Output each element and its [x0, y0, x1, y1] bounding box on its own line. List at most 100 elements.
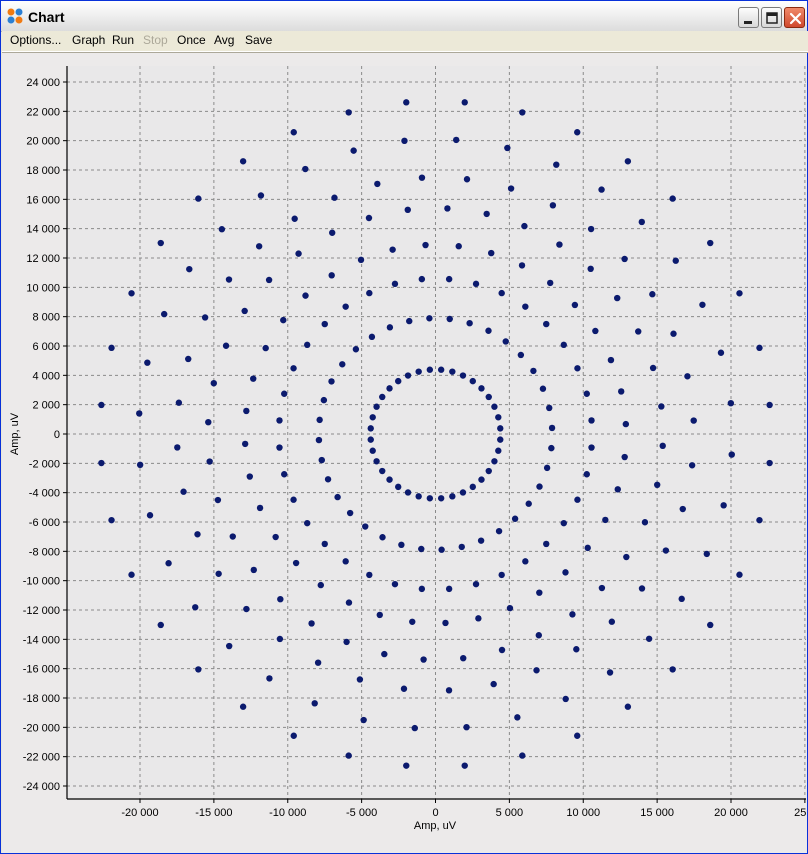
data-point — [519, 752, 526, 759]
data-point — [574, 365, 581, 372]
data-point — [241, 440, 249, 448]
data-point — [376, 611, 383, 619]
data-point — [315, 436, 323, 444]
data-point — [766, 459, 773, 467]
minimize-button[interactable] — [738, 7, 759, 28]
data-point — [571, 301, 579, 309]
y-tick-label: -14 000 — [23, 634, 60, 646]
data-point — [461, 762, 468, 769]
data-point — [350, 147, 357, 154]
title-bar[interactable]: Chart — [1, 1, 807, 32]
data-point — [641, 519, 649, 526]
data-point — [280, 316, 287, 324]
x-tick-label: -5 000 — [346, 807, 377, 819]
y-tick-label: 22 000 — [26, 106, 60, 118]
data-point — [497, 425, 504, 432]
data-point — [507, 185, 515, 192]
data-point — [404, 489, 412, 496]
data-point — [688, 462, 696, 469]
data-point — [459, 489, 467, 496]
data-point — [367, 436, 374, 443]
data-point — [418, 174, 426, 181]
data-point — [366, 289, 373, 297]
data-point — [356, 676, 364, 683]
data-point — [478, 476, 485, 483]
y-tick-label: -10 000 — [23, 576, 60, 588]
data-point — [766, 401, 773, 409]
data-point — [569, 611, 576, 618]
data-point — [157, 621, 164, 629]
data-point — [345, 752, 352, 759]
data-point — [506, 604, 514, 612]
data-point — [277, 595, 284, 603]
data-point — [614, 486, 621, 493]
data-point — [477, 537, 485, 544]
data-point — [478, 385, 485, 392]
data-point — [670, 330, 677, 337]
data-point — [446, 315, 453, 323]
data-point — [535, 632, 542, 639]
data-point — [573, 646, 580, 653]
data-point — [483, 210, 490, 218]
data-point — [391, 580, 399, 588]
data-point — [574, 496, 581, 503]
data-point — [420, 656, 427, 663]
x-tick-label: -15 000 — [195, 807, 232, 819]
maximize-button[interactable] — [761, 7, 782, 28]
data-point — [536, 483, 543, 490]
menu-graph[interactable]: Graph — [72, 33, 105, 47]
menu-run[interactable]: Run — [112, 33, 134, 47]
y-tick-label: -20 000 — [23, 722, 60, 734]
data-point — [598, 186, 605, 193]
data-point — [553, 161, 560, 168]
data-point — [584, 544, 591, 552]
close-button[interactable] — [784, 7, 805, 28]
y-tick-label: 8 000 — [32, 312, 60, 324]
data-point — [398, 541, 405, 549]
data-point — [366, 571, 373, 579]
data-point — [485, 393, 492, 401]
data-point — [302, 292, 309, 299]
data-point — [418, 545, 425, 553]
data-point — [225, 276, 233, 283]
data-point — [475, 615, 482, 622]
data-point — [426, 366, 434, 373]
data-point — [175, 399, 183, 406]
data-point — [403, 762, 410, 769]
data-point — [256, 504, 264, 512]
data-point — [649, 364, 657, 372]
data-point — [108, 344, 115, 352]
data-point — [574, 129, 581, 136]
data-point — [239, 158, 247, 165]
data-point — [395, 483, 402, 491]
chart-window: Chart Options... Graph Run Stop Once Avg… — [0, 0, 808, 854]
data-point — [536, 589, 543, 596]
data-point — [317, 581, 324, 589]
data-point — [192, 604, 199, 611]
data-point — [437, 495, 445, 502]
data-point — [276, 444, 283, 451]
data-point — [157, 239, 164, 247]
data-point — [490, 680, 497, 688]
data-point — [342, 558, 349, 565]
y-tick-label: -24 000 — [23, 781, 60, 793]
data-point — [498, 646, 506, 654]
data-point — [250, 375, 257, 382]
menu-save[interactable]: Save — [245, 33, 272, 47]
data-point — [588, 417, 595, 424]
data-point — [185, 355, 192, 363]
data-point — [302, 165, 309, 173]
menu-avg[interactable]: Avg — [214, 33, 234, 47]
menu-once[interactable]: Once — [177, 33, 206, 47]
data-point — [543, 540, 550, 548]
data-point — [495, 414, 502, 421]
data-point — [466, 319, 473, 327]
menu-options[interactable]: Options... — [10, 33, 61, 47]
data-point — [422, 241, 429, 249]
data-point — [308, 620, 315, 627]
menu-stop[interactable]: Stop — [143, 33, 168, 47]
data-point — [588, 444, 595, 451]
data-point — [250, 566, 257, 574]
data-point — [401, 137, 408, 145]
y-tick-label: 16 000 — [26, 194, 60, 206]
